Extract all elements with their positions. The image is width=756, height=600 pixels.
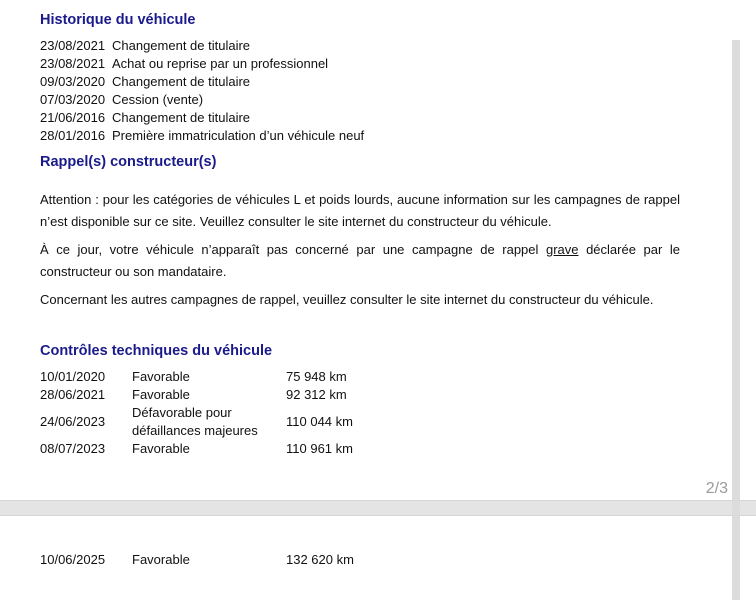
history-date: 21/06/2016 bbox=[40, 110, 106, 125]
inspection-result: Défavorable pour défaillances majeures bbox=[132, 405, 258, 438]
history-row: 09/03/2020 Changement de titulaire bbox=[40, 73, 364, 91]
inspection-mileage: 92 312 km bbox=[286, 387, 347, 402]
inspection-mileage: 75 948 km bbox=[286, 369, 347, 384]
table-row: 10/06/2025 Favorable 132 620 km bbox=[40, 551, 406, 569]
history-row: 23/08/2021 Achat ou reprise par un profe… bbox=[40, 55, 364, 73]
history-date: 23/08/2021 bbox=[40, 38, 106, 53]
recall-status-text: À ce jour, votre véhicule n’apparaît pas… bbox=[40, 242, 546, 257]
inspection-date: 10/06/2025 bbox=[40, 552, 106, 567]
vertical-scrollbar[interactable] bbox=[732, 40, 740, 600]
inspection-result: Favorable bbox=[132, 552, 190, 567]
recall-paragraph-categories: Attention : pour les catégories de véhic… bbox=[40, 192, 680, 229]
history-title: Historique du véhicule bbox=[40, 12, 196, 28]
inspections-table: 10/01/2020 Favorable 75 948 km 28/06/202… bbox=[40, 368, 406, 458]
history-date: 23/08/2021 bbox=[40, 56, 106, 71]
history-list: 23/08/2021 Changement de titulaire 23/08… bbox=[40, 37, 364, 145]
page-indicator: 2/3 bbox=[705, 480, 728, 497]
inspection-result: Favorable bbox=[132, 441, 190, 456]
inspection-result: Favorable bbox=[132, 387, 190, 402]
history-date: 09/03/2020 bbox=[40, 74, 106, 89]
inspections-title: Contrôles techniques du véhicule bbox=[40, 343, 273, 359]
recall-title: Rappel(s) constructeur(s) bbox=[40, 154, 217, 170]
table-row: 08/07/2023 Favorable 110 961 km bbox=[40, 440, 406, 458]
history-event: Cession (vente) bbox=[112, 92, 204, 107]
inspection-mileage: 110 044 km bbox=[286, 414, 353, 429]
document-page-3: 10/06/2025 Favorable 132 620 km bbox=[0, 516, 732, 600]
history-row: 21/06/2016 Changement de titulaire bbox=[40, 109, 364, 127]
history-row: 07/03/2020 Cession (vente) bbox=[40, 91, 364, 109]
inspection-date: 24/06/2023 bbox=[40, 414, 106, 429]
recall-grave-underlined: grave bbox=[545, 242, 579, 257]
history-date: 07/03/2020 bbox=[40, 92, 106, 107]
history-row: 28/01/2016 Première immatriculation d’un… bbox=[40, 127, 364, 145]
inspection-mileage: 110 961 km bbox=[286, 441, 353, 456]
recall-paragraph-other: Concernant les autres campagnes de rappe… bbox=[40, 292, 654, 307]
inspection-date: 08/07/2023 bbox=[40, 441, 106, 456]
history-date: 28/01/2016 bbox=[40, 128, 106, 143]
inspection-result: Favorable bbox=[132, 369, 190, 384]
document-page-2: Historique du véhicule 23/08/2021 Change… bbox=[0, 0, 732, 500]
inspection-date: 10/01/2020 bbox=[40, 369, 106, 384]
table-row: 10/01/2020 Favorable 75 948 km bbox=[40, 368, 406, 386]
table-row: 24/06/2023 Défavorable pour défaillances… bbox=[40, 404, 406, 440]
history-event: Changement de titulaire bbox=[112, 110, 251, 125]
history-row: 23/08/2021 Changement de titulaire bbox=[40, 37, 364, 55]
history-event: Changement de titulaire bbox=[112, 74, 251, 89]
inspection-date: 28/06/2021 bbox=[40, 387, 106, 402]
recall-paragraph-status: À ce jour, votre véhicule n’apparaît pas… bbox=[40, 239, 680, 282]
inspection-mileage: 132 620 km bbox=[286, 552, 354, 567]
history-event: Première immatriculation d’un véhicule n… bbox=[112, 128, 365, 143]
history-event: Achat ou reprise par un professionnel bbox=[112, 56, 329, 71]
inspections-table-continued: 10/06/2025 Favorable 132 620 km bbox=[40, 551, 406, 569]
page-separator bbox=[0, 500, 756, 516]
document-viewer: Historique du véhicule 23/08/2021 Change… bbox=[0, 0, 756, 600]
history-event: Changement de titulaire bbox=[112, 38, 251, 53]
table-row: 28/06/2021 Favorable 92 312 km bbox=[40, 386, 406, 404]
